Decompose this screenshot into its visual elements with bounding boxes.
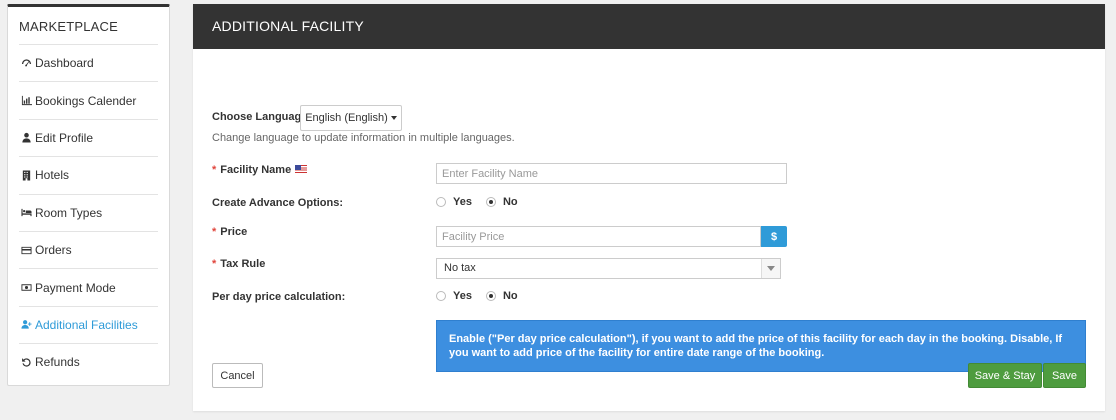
language-help-text: Change language to update information in…: [212, 132, 515, 144]
advance-options-radio-group: Yes No: [436, 196, 532, 208]
radio-yes[interactable]: [436, 291, 446, 301]
sidebar-item-label: Orders: [35, 243, 72, 258]
user-icon: [19, 132, 33, 144]
save-and-stay-button[interactable]: Save & Stay: [968, 363, 1042, 388]
radio-no-label: No: [502, 290, 518, 302]
building-icon: [19, 169, 33, 181]
per-day-yes[interactable]: Yes: [436, 290, 472, 302]
required-asterisk: *: [212, 164, 217, 176]
additional-facility-panel: ADDITIONAL FACILITY Choose Language: Eng…: [193, 4, 1105, 411]
tax-rule-value: No tax: [444, 262, 476, 274]
us-flag-icon: [295, 165, 308, 173]
price-input[interactable]: [436, 226, 761, 247]
facility-name-label: * Facility Name: [212, 164, 308, 176]
caret-down-icon: [390, 116, 397, 120]
dashboard-icon: [19, 57, 33, 69]
sidebar-item-label: Additional Facilities: [35, 317, 138, 332]
radio-no[interactable]: [485, 197, 496, 207]
price-label: * Price: [212, 226, 247, 238]
currency-addon: $: [761, 226, 787, 247]
sidebar-item-label: Payment Mode: [35, 280, 116, 295]
bed-icon: [19, 207, 33, 219]
cancel-button[interactable]: Cancel: [212, 363, 263, 388]
radio-yes[interactable]: [436, 197, 446, 207]
facility-name-label-text: Facility Name: [220, 164, 292, 176]
sidebar-item-orders[interactable]: Orders: [19, 230, 158, 268]
sidebar-title: MARKETPLACE: [19, 19, 119, 34]
language-dropdown-value: English (English): [305, 112, 388, 124]
facility-form: Choose Language: English (English) Chang…: [193, 49, 1105, 411]
sidebar-item-label: Room Types: [35, 205, 103, 220]
sidebar-item-dashboard[interactable]: Dashboard: [19, 44, 158, 81]
sidebar-item-refunds[interactable]: Refunds: [19, 343, 158, 380]
sidebar-item-label: Edit Profile: [35, 130, 94, 145]
choose-language-label: Choose Language:: [212, 111, 312, 123]
undo-icon: [19, 356, 33, 368]
language-dropdown[interactable]: English (English): [300, 105, 402, 131]
tax-rule-select[interactable]: No tax: [436, 258, 781, 279]
select-arrow-icon[interactable]: [761, 259, 780, 278]
credit-card-icon: [19, 244, 33, 256]
radio-no-label: No: [502, 196, 518, 208]
price-label-text: Price: [220, 226, 248, 238]
tax-rule-label-text: Tax Rule: [220, 258, 266, 270]
sidebar-item-label: Hotels: [35, 168, 70, 183]
per-day-label: Per day price calculation:: [212, 291, 346, 303]
page-title: ADDITIONAL FACILITY: [193, 4, 1105, 49]
per-day-no[interactable]: No: [485, 290, 518, 302]
sidebar-item-label: Dashboard: [35, 56, 94, 71]
tax-rule-label: * Tax Rule: [212, 258, 265, 270]
radio-yes-label: Yes: [453, 290, 472, 302]
sidebar-item-bookings-calender[interactable]: Bookings Calender: [19, 81, 158, 118]
sidebar-item-payment-mode[interactable]: Payment Mode: [19, 268, 158, 305]
sidebar-item-label: Bookings Calender: [35, 93, 137, 108]
sidebar: MARKETPLACE Dashboard Bookings Calender …: [7, 4, 170, 386]
facility-name-input[interactable]: [436, 163, 787, 184]
bar-chart-icon: [19, 95, 33, 107]
radio-no[interactable]: [485, 291, 496, 301]
sidebar-item-additional-facilities[interactable]: Additional Facilities: [19, 305, 158, 343]
sidebar-item-room-types[interactable]: Room Types: [19, 193, 158, 231]
advance-options-yes[interactable]: Yes: [436, 196, 472, 208]
sidebar-menu: Dashboard Bookings Calender Edit Profile…: [8, 44, 169, 381]
required-asterisk: *: [212, 258, 217, 270]
per-day-radio-group: Yes No: [436, 290, 532, 302]
radio-yes-label: Yes: [453, 196, 472, 208]
user-plus-icon: [19, 319, 33, 331]
advance-options-no[interactable]: No: [485, 196, 518, 208]
sidebar-item-hotels[interactable]: Hotels: [19, 156, 158, 193]
save-button[interactable]: Save: [1043, 363, 1086, 388]
sidebar-item-edit-profile[interactable]: Edit Profile: [19, 118, 158, 156]
required-asterisk: *: [212, 226, 217, 238]
money-icon: [19, 282, 33, 294]
advance-options-label: Create Advance Options:: [212, 197, 344, 209]
sidebar-item-label: Refunds: [35, 355, 80, 370]
